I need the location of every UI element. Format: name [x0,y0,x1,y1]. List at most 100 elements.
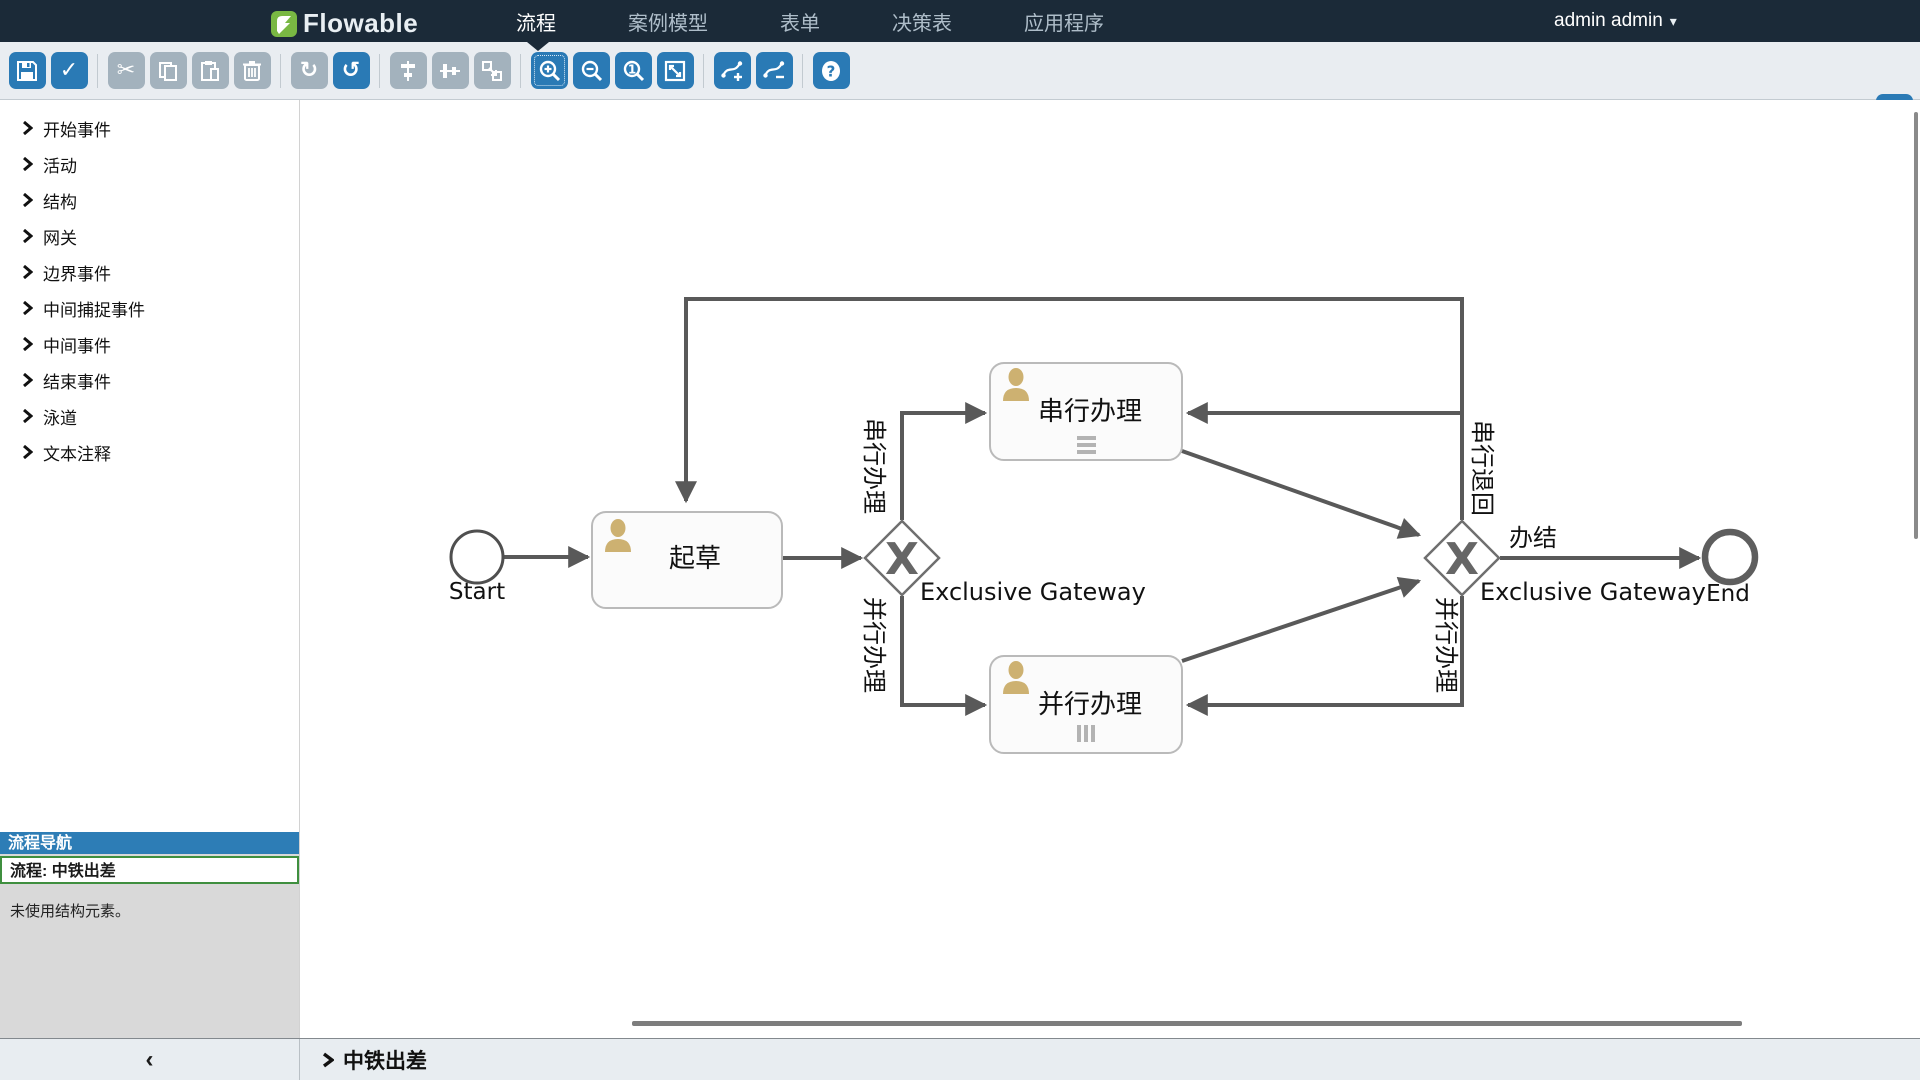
navigator-current-process[interactable]: 流程: 中铁出差 [0,856,299,884]
paste-button [192,52,229,89]
canvas-horizontal-scrollbar[interactable] [632,1021,1742,1026]
flowable-logo-icon [271,11,297,37]
active-tab-indicator [527,42,549,51]
svg-text:?: ? [827,62,836,80]
sidebar-collapse-button[interactable]: ‹ [0,1039,300,1080]
navigator-title: 流程导航 [0,832,299,854]
redo-button: ↻ [291,52,328,89]
palette-group-swimlanes[interactable]: 泳道 [0,398,299,434]
remove-bendpoint-button[interactable] [756,52,793,89]
editor-toolbar: ✓ ✂ [0,42,1920,100]
magnifier-one-icon: 1 [622,59,645,82]
user-task-parallel[interactable]: 并行办理 [990,656,1182,753]
tab-processes[interactable]: 流程 [510,7,562,36]
sequential-multi-instance-icon [1077,436,1096,454]
bpmn-diagram: 串行办理 并行办理 串行退回 并行办理 办结 Start 起草 [300,100,1920,1038]
same-size-button [474,52,511,89]
palette-group-label: 边界事件 [43,260,111,285]
zoom-out-button[interactable] [573,52,610,89]
tab-decision-tables[interactable]: 决策表 [886,7,958,36]
edge-label-done: 办结 [1509,524,1557,552]
palette-group-intermediate-catching-events[interactable]: 中间捕捉事件 [0,290,299,326]
exclusive-gateway-2[interactable]: X Exclusive Gateway [1425,521,1706,606]
process-navigator: 流程导航 流程: 中铁出差 未使用结构元素。 [0,832,299,1038]
magnifier-minus-icon [580,59,603,82]
palette-group-boundary-events[interactable]: 边界事件 [0,254,299,290]
chevron-right-icon [22,409,33,423]
palette-group-intermediate-events[interactable]: 中间事件 [0,326,299,362]
palette-group-label: 文本注释 [43,440,111,465]
tab-apps[interactable]: 应用程序 [1018,7,1110,36]
user-task-parallel-label: 并行办理 [1038,690,1142,720]
palette-group-label: 结构 [43,188,77,213]
tab-case-models[interactable]: 案例模型 [622,7,714,36]
edge-label-serial-return: 串行退回 [1468,420,1496,516]
scissors-icon: ✂ [117,60,135,82]
edge-parallel-to-gateway2[interactable] [1182,581,1419,661]
end-event-label: End [1706,581,1750,607]
edge-label-parallel: 并行办理 [860,597,888,693]
palette-group-text-annotation[interactable]: 文本注释 [0,434,299,470]
user-menu[interactable]: admin admin ▾ [1554,0,1677,42]
cut-button: ✂ [108,52,145,89]
copy-button [150,52,187,89]
save-button[interactable] [9,52,46,89]
align-horizontal-button [432,52,469,89]
breadcrumb: 中铁出差 [300,1039,1920,1080]
zoom-actual-button[interactable]: 1 [615,52,652,89]
palette-group-label: 开始事件 [43,116,111,141]
toolbar-separator [280,54,281,88]
toolbar-separator [520,54,521,88]
exclusive-gateway-1-label: Exclusive Gateway [920,578,1146,606]
navbar: Flowable 流程 案例模型 表单 决策表 应用程序 admin admin… [0,0,1920,42]
floppy-icon [16,60,38,82]
palette-group-end-events[interactable]: 结束事件 [0,362,299,398]
user-task-draft-label: 起草 [669,544,721,574]
edge-serial-to-gateway2[interactable] [1182,451,1419,535]
user-task-serial[interactable]: 串行办理 [990,363,1182,460]
chevron-right-icon [22,373,33,387]
palette-group-start-events[interactable]: 开始事件 [0,110,299,146]
palette-group-gateways[interactable]: 网关 [0,218,299,254]
flowable-process-editor: Flowable 流程 案例模型 表单 决策表 应用程序 admin admin… [0,0,1920,1080]
undo-button[interactable]: ↺ [333,52,370,89]
tab-forms[interactable]: 表单 [774,7,826,36]
delete-button [234,52,271,89]
diagram-canvas[interactable]: 串行办理 并行办理 串行退回 并行办理 办结 Start 起草 [300,100,1920,1038]
breadcrumb-process-name[interactable]: 中铁出差 [343,1045,427,1075]
help-button[interactable]: ? [813,52,850,89]
canvas-vertical-scrollbar[interactable] [1914,112,1918,539]
gateway-x-symbol: X [885,534,919,585]
logo-text: Flowable [303,8,418,39]
end-event-node[interactable]: End [1705,532,1755,607]
exclusive-gateway-2-label: Exclusive Gateway [1480,578,1706,606]
align-horizontal-icon [439,60,461,82]
palette-group-label: 网关 [43,224,77,249]
zoom-fit-button[interactable] [657,52,694,89]
user-name: admin admin [1554,10,1663,32]
caret-down-icon: ▾ [1670,13,1677,30]
validate-button[interactable]: ✓ [51,52,88,89]
edge-label-serial: 串行办理 [860,418,888,514]
svg-text:1: 1 [627,63,635,77]
palette-group-activities[interactable]: 活动 [0,146,299,182]
user-task-draft[interactable]: 起草 [592,512,782,608]
flowable-logo[interactable]: Flowable [271,8,418,39]
chevron-right-icon [22,193,33,207]
edge-gateway1-to-parallel[interactable] [902,596,985,705]
chevron-right-icon [22,301,33,315]
edge-gateway1-to-serial[interactable] [902,413,985,520]
start-event-node[interactable]: Start [449,531,505,605]
exclusive-gateway-1[interactable]: X Exclusive Gateway [865,521,1146,606]
toolbar-separator [97,54,98,88]
palette-group-label: 中间事件 [43,332,111,357]
parallel-multi-instance-icon [1077,725,1095,742]
add-bendpoint-button[interactable] [714,52,751,89]
check-icon: ✓ [60,60,78,82]
chevron-right-icon [322,1052,334,1068]
align-vertical-button [390,52,427,89]
palette-group-label: 中间捕捉事件 [43,296,145,321]
palette-group-structure[interactable]: 结构 [0,182,299,218]
zoom-in-button[interactable] [531,52,568,89]
palette-group-label: 泳道 [43,404,77,429]
